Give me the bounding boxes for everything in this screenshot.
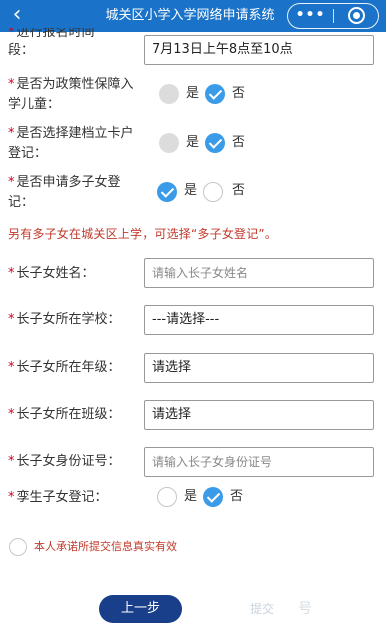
elder-id-label: * 长子女身份证号：: [8, 452, 121, 471]
twin-yes-radio[interactable]: [157, 487, 177, 507]
page-title: 城关区小学入学网络申请系统: [105, 8, 275, 23]
close-icon-dot: [353, 12, 360, 19]
elder-grade-select[interactable]: 请选择: [144, 353, 374, 383]
time-slot-label: 段：: [8, 43, 35, 58]
elder-id-input[interactable]: 请输入长子女身份证号: [144, 447, 374, 477]
multi-child-yes-radio[interactable]: [157, 182, 177, 202]
elder-class-label-text: 长子女所在班级：: [16, 407, 121, 422]
file-card-yes-radio[interactable]: [159, 133, 179, 153]
elder-id-label-text: 长子女身份证号：: [16, 454, 121, 469]
elder-class-label: * 长子女所在班级：: [8, 405, 121, 424]
file-card-yes-label: 是: [186, 135, 200, 150]
time-slot-label-cut-text: 进行报名时间: [16, 28, 95, 38]
required-mark: *: [8, 360, 15, 375]
agreement-checkbox[interactable]: [9, 538, 27, 556]
elder-name-label-text: 长子女姓名：: [16, 266, 95, 281]
elder-school-label: * 长子女所在学校：: [8, 310, 121, 329]
agreement-text: 本人承诺所提交信息真实有效: [34, 540, 177, 553]
required-mark: *: [8, 175, 15, 190]
multi-child-yes-label: 是: [184, 183, 198, 198]
time-slot-field[interactable]: 7月13日上午8点至10点: [144, 35, 374, 65]
multi-child-label-line1: * 是否申请多子女登: [8, 173, 121, 192]
twin-no-label: 否: [230, 489, 244, 504]
multi-child-notice: 另有多子女在城关区上学，可选择“多子女登记”。: [8, 227, 278, 241]
multi-child-no-radio[interactable]: [203, 182, 223, 202]
more-icon[interactable]: •••: [288, 4, 333, 28]
required-mark: *: [8, 126, 15, 141]
file-card-label-text: 是否选择建档立卡户: [16, 126, 134, 141]
elder-class-select[interactable]: 请选择: [144, 400, 374, 430]
elder-school-label-text: 长子女所在学校：: [16, 312, 121, 327]
twin-label-text: 孪生子女登记：: [16, 490, 108, 505]
required-mark: *: [8, 407, 15, 422]
file-card-label-line2: 登记：: [8, 146, 48, 161]
twin-no-radio[interactable]: [203, 487, 223, 507]
multi-child-no-label: 否: [232, 183, 246, 198]
multi-child-label-line2: 记：: [8, 195, 35, 210]
time-slot-label-cut: * 进行报名时间: [8, 28, 95, 38]
policy-no-radio[interactable]: [205, 84, 225, 104]
file-card-label-line1: * 是否选择建档立卡户: [8, 124, 134, 143]
required-mark: *: [8, 490, 15, 505]
twin-yes-label: 是: [184, 489, 198, 504]
policy-yes-label: 是: [186, 86, 200, 101]
required-mark: *: [8, 266, 15, 281]
required-mark: *: [8, 28, 15, 38]
watermark-text: 号: [298, 601, 312, 617]
elder-name-label: * 长子女姓名：: [8, 264, 95, 283]
elder-name-input[interactable]: 请输入长子女姓名: [144, 258, 374, 288]
elder-grade-label-text: 长子女所在年级：: [16, 360, 121, 375]
submit-button[interactable]: 提交: [222, 597, 302, 621]
required-mark: *: [8, 77, 15, 92]
multi-child-label-text: 是否申请多子女登: [16, 175, 121, 190]
policy-yes-radio[interactable]: [159, 84, 179, 104]
policy-label-line2: 学儿童：: [8, 97, 61, 112]
elder-school-select[interactable]: ---请选择---: [144, 305, 374, 335]
policy-no-label: 否: [232, 86, 246, 101]
file-card-no-label: 否: [232, 135, 246, 150]
mini-program-capsule: •••: [287, 3, 379, 29]
prev-step-button[interactable]: 上一步: [99, 595, 182, 623]
close-icon[interactable]: [334, 4, 379, 28]
twin-label: * 孪生子女登记：: [8, 488, 108, 507]
file-card-no-radio[interactable]: [205, 133, 225, 153]
policy-label-text: 是否为政策性保障入: [16, 77, 134, 92]
policy-label-line1: * 是否为政策性保障入: [8, 75, 134, 94]
required-mark: *: [8, 312, 15, 327]
elder-grade-label: * 长子女所在年级：: [8, 358, 121, 377]
required-mark: *: [8, 454, 15, 469]
